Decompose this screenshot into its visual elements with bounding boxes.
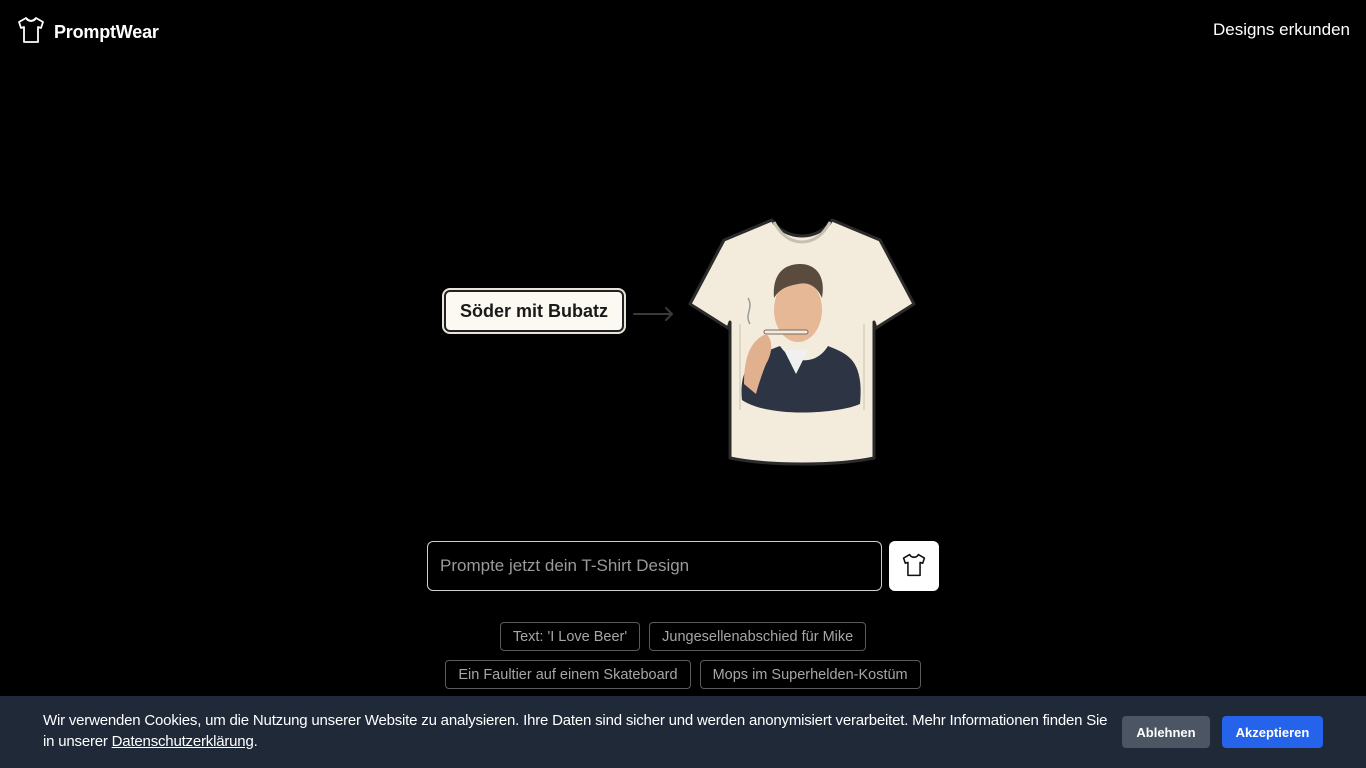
cookie-message: Wir verwenden Cookies, um die Nutzung un… xyxy=(43,710,1108,752)
tshirt-icon xyxy=(901,552,927,581)
example-prompt-label: Söder mit Bubatz xyxy=(444,290,625,332)
logo-link[interactable]: PromptWear xyxy=(16,15,159,50)
prompt-input[interactable] xyxy=(427,541,882,591)
suggestion-row: Ein Faultier auf einem Skateboard Mops i… xyxy=(0,660,1366,689)
arrow-right-icon xyxy=(632,304,676,329)
decline-cookies-button[interactable]: Ablehnen xyxy=(1122,716,1210,748)
brand-name: PromptWear xyxy=(54,22,159,42)
suggestion-chip[interactable]: Ein Faultier auf einem Skateboard xyxy=(445,660,691,689)
hero-illustration: Söder mit Bubatz xyxy=(444,214,924,470)
suggestion-chip[interactable]: Jungesellenabschied für Mike xyxy=(649,622,867,651)
tshirt-icon xyxy=(16,15,46,50)
accept-cookies-button[interactable]: Akzeptieren xyxy=(1222,716,1323,748)
cookie-banner: Wir verwenden Cookies, um die Nutzung un… xyxy=(0,696,1366,768)
suggestion-chip[interactable]: Mops im Superhelden-Kostüm xyxy=(699,660,921,689)
suggestion-chip[interactable]: Text: 'I Love Beer' xyxy=(499,622,641,651)
explore-designs-link[interactable]: Designs erkunden xyxy=(1213,20,1350,40)
tshirt-preview-image xyxy=(688,214,916,471)
site-header: PromptWear Designs erkunden xyxy=(0,0,1366,60)
cookie-message-end: . xyxy=(253,733,258,750)
prompt-form xyxy=(427,541,940,591)
privacy-policy-link[interactable]: Datenschutzerklärung xyxy=(112,733,254,750)
suggestion-row: Text: 'I Love Beer' Jungesellenabschied … xyxy=(0,622,1366,651)
prompt-suggestions: Text: 'I Love Beer' Jungesellenabschied … xyxy=(0,622,1366,698)
generate-design-button[interactable] xyxy=(889,541,939,591)
